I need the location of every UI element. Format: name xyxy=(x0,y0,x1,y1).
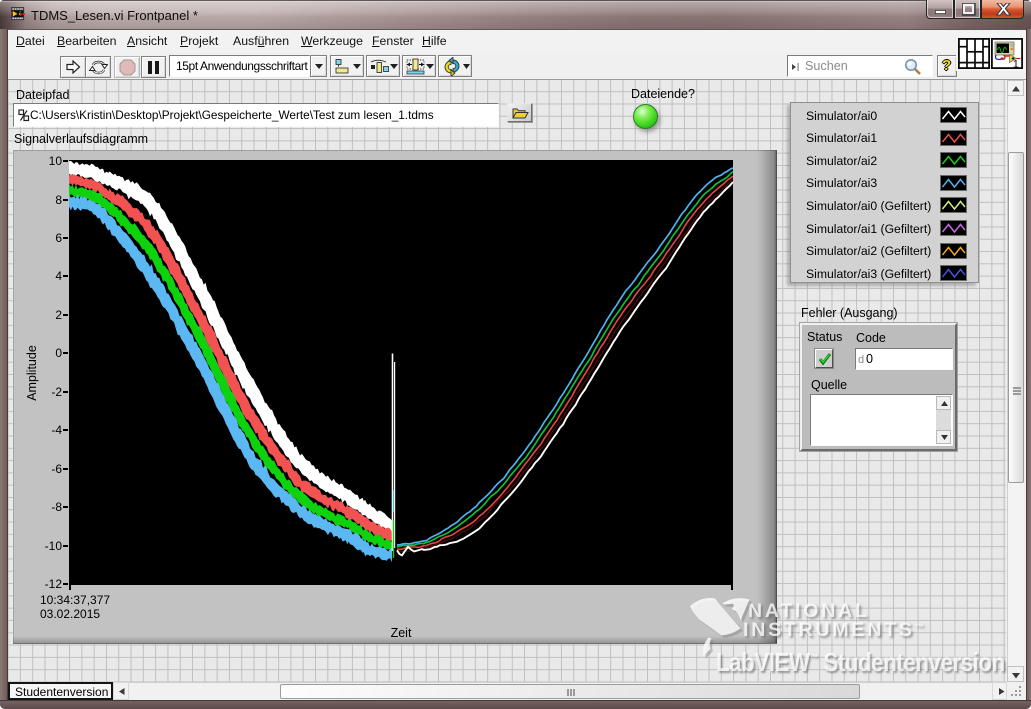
svg-text:1: 1 xyxy=(1013,59,1019,70)
